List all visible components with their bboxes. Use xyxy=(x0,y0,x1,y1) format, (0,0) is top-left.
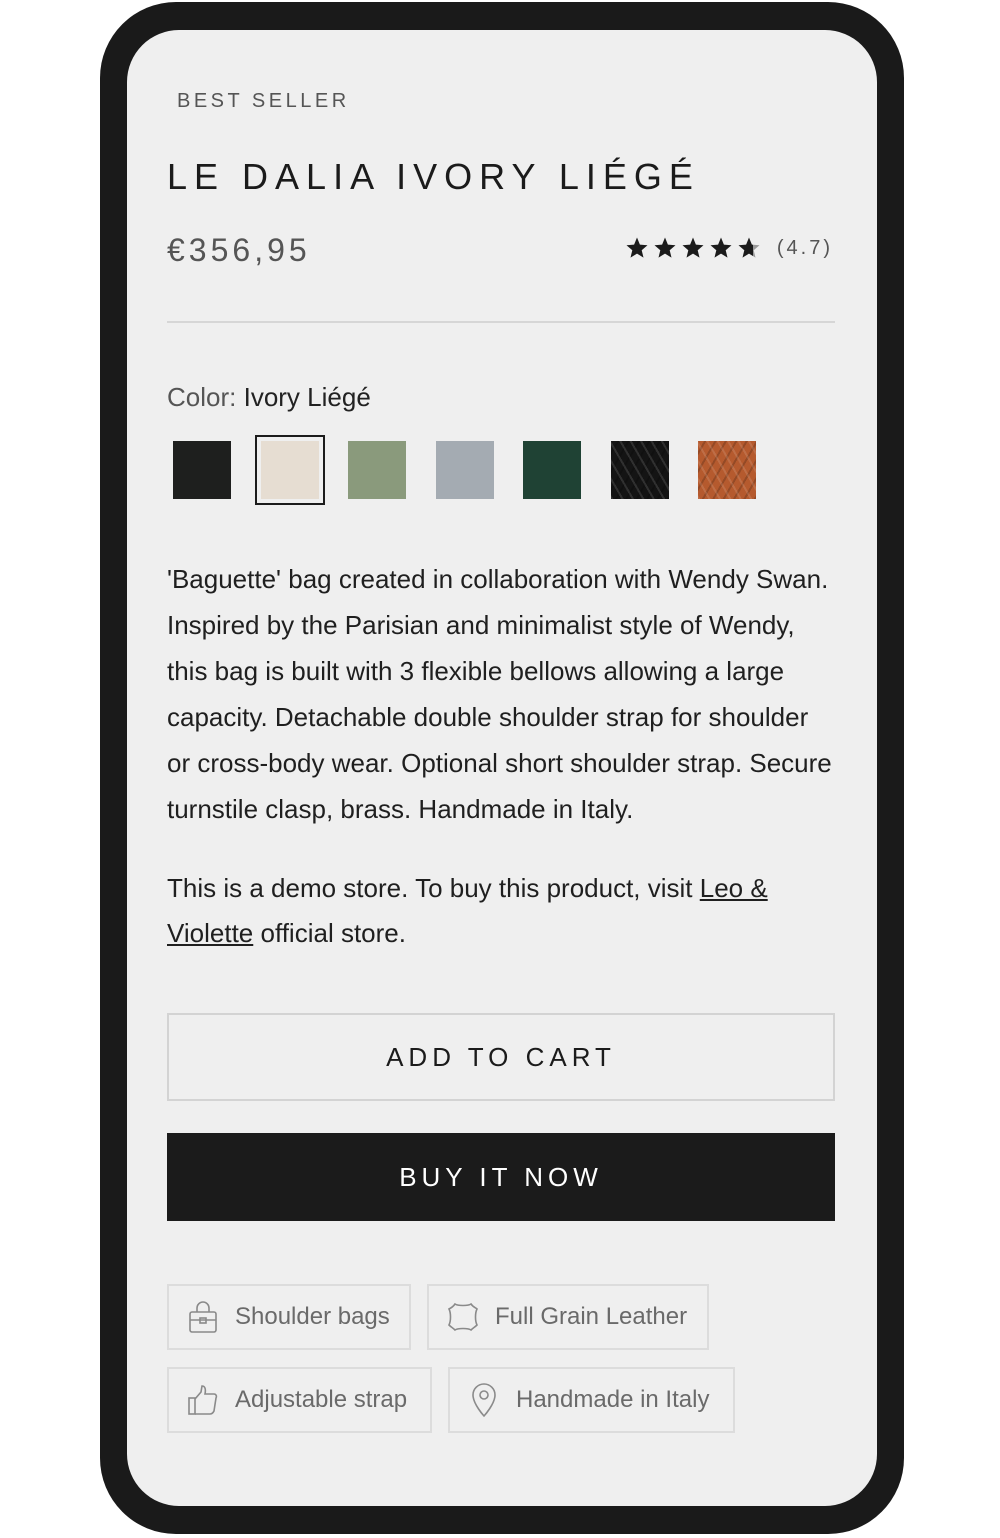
color-swatch-cognac-lizard[interactable] xyxy=(692,435,762,505)
product-description: 'Baguette' bag created in collaboration … xyxy=(167,556,835,832)
swatch-color xyxy=(698,441,756,499)
product-title: LE DALIA IVORY LIÉGÉ xyxy=(167,156,700,197)
color-label: Color: xyxy=(167,382,237,412)
color-swatch-ivory[interactable] xyxy=(254,435,325,505)
tag-adjustable-strap: Adjustable strap xyxy=(167,1367,432,1433)
shopping-bag-icon xyxy=(185,1299,221,1335)
color-swatch-sage[interactable] xyxy=(342,435,412,505)
color-selector-label: Color: Ivory Liégé xyxy=(167,382,371,413)
rating-value: (4.7) xyxy=(776,236,833,259)
selected-color-name: Ivory Liégé xyxy=(243,382,371,412)
star-icon xyxy=(626,237,648,258)
tag-label: Handmade in Italy xyxy=(516,1386,710,1413)
swatch-color xyxy=(260,441,319,499)
tag-shoulder-bags: Shoulder bags xyxy=(167,1284,411,1350)
swatch-color xyxy=(435,441,494,499)
divider xyxy=(167,321,835,323)
product-rating[interactable]: (4.7) xyxy=(625,236,833,260)
location-pin-icon xyxy=(466,1382,502,1418)
swatch-color xyxy=(523,441,581,499)
color-swatch-black-lizard[interactable] xyxy=(605,435,675,505)
rating-stars xyxy=(625,236,761,260)
tag-label: Shoulder bags xyxy=(235,1303,390,1330)
color-swatch-grey[interactable] xyxy=(430,435,500,505)
swatch-color xyxy=(173,441,231,499)
demo-store-notice: This is a demo store. To buy this produc… xyxy=(167,866,835,956)
star-icon xyxy=(738,237,760,258)
add-to-cart-button[interactable]: ADD TO CART xyxy=(167,1013,835,1101)
color-swatches xyxy=(167,435,780,505)
color-swatch-black[interactable] xyxy=(167,435,237,505)
star-icon xyxy=(710,237,732,258)
product-screen: BEST SELLER LE DALIA IVORY LIÉGÉ €356,95… xyxy=(127,30,877,1506)
swatch-color xyxy=(610,441,669,499)
tag-label: Full Grain Leather xyxy=(495,1303,688,1330)
tag-handmade-in-italy: Handmade in Italy xyxy=(448,1367,735,1433)
color-swatch-dark-green[interactable] xyxy=(517,435,587,505)
phone-frame: BEST SELLER LE DALIA IVORY LIÉGÉ €356,95… xyxy=(100,2,904,1534)
demo-notice-suffix: official store. xyxy=(253,918,406,948)
demo-notice-text: This is a demo store. To buy this produc… xyxy=(167,873,700,903)
tag-label: Adjustable strap xyxy=(235,1386,408,1413)
description-text: 'Baguette' bag created in collaboration … xyxy=(167,564,832,824)
best-seller-label: BEST SELLER xyxy=(177,90,350,112)
buy-it-now-button[interactable]: BUY IT NOW xyxy=(167,1133,835,1221)
leather-hide-icon xyxy=(445,1299,481,1335)
tag-full-grain-leather: Full Grain Leather xyxy=(427,1284,709,1350)
swatch-color xyxy=(348,441,406,499)
star-icon xyxy=(654,237,676,258)
thumbs-up-icon xyxy=(185,1382,221,1418)
star-icon xyxy=(682,237,704,258)
product-price: €356,95 xyxy=(167,232,311,268)
